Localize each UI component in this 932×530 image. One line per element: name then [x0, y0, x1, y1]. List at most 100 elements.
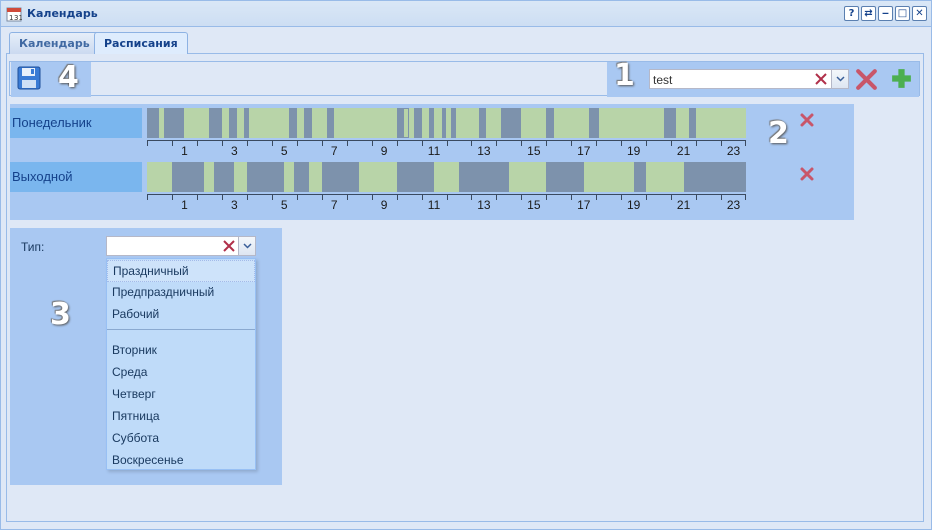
hour-label: 23 — [726, 144, 741, 158]
hour-label: 9 — [380, 144, 388, 158]
type-option[interactable]: Среда — [107, 362, 255, 384]
type-option[interactable]: Предпраздничный — [107, 282, 255, 304]
blocked-interval[interactable] — [546, 162, 584, 192]
svg-text:1: 1 — [9, 14, 13, 22]
chevron-down-icon — [243, 243, 252, 249]
hour-tick — [296, 195, 298, 200]
refresh-button[interactable]: ⇄ — [861, 6, 876, 21]
blocked-interval[interactable] — [294, 162, 310, 192]
blocked-interval[interactable] — [209, 108, 222, 138]
blocked-interval[interactable] — [458, 162, 509, 192]
close-button[interactable]: ✕ — [912, 6, 927, 21]
blocked-interval[interactable] — [688, 108, 697, 138]
floppy-disk-icon[interactable] — [17, 66, 41, 90]
blocked-interval[interactable] — [683, 162, 746, 192]
blocked-interval[interactable] — [214, 162, 235, 192]
type-option[interactable]: Четверг — [107, 384, 255, 406]
selected-interval[interactable] — [396, 108, 410, 138]
hour-tick — [721, 141, 723, 146]
help-button[interactable]: ? — [844, 6, 859, 21]
tab-calendar[interactable]: Календарь — [9, 32, 100, 54]
hour-tick — [596, 195, 598, 200]
combo-trigger[interactable] — [831, 70, 848, 88]
title-bar[interactable]: 1 31 Календарь ? ⇄ ‒ □ ✕ — [1, 1, 931, 27]
type-option[interactable]: Праздничный — [107, 260, 255, 282]
delete-schedule-icon[interactable] — [854, 67, 879, 92]
hour-tick — [471, 141, 473, 146]
hour-tick — [321, 141, 323, 146]
schedule-combo[interactable]: test — [649, 69, 849, 89]
remove-row-icon[interactable] — [798, 165, 816, 183]
hour-label: 23 — [726, 198, 741, 212]
blocked-interval[interactable] — [501, 108, 522, 138]
clear-icon[interactable] — [221, 238, 237, 254]
hour-tick — [646, 195, 648, 200]
hour-tick — [147, 195, 148, 200]
type-option[interactable]: Пятница — [107, 406, 255, 428]
add-schedule-icon[interactable] — [889, 66, 914, 91]
minimize-button[interactable]: ‒ — [878, 6, 893, 21]
schedule-bar-monday[interactable] — [147, 108, 746, 138]
tab-schedules[interactable]: Расписания — [94, 32, 188, 55]
type-option[interactable]: Воскресенье — [107, 450, 255, 472]
blocked-interval[interactable] — [414, 108, 422, 138]
blocked-interval[interactable] — [147, 108, 160, 138]
blocked-interval[interactable] — [164, 108, 185, 138]
blocked-interval[interactable] — [326, 108, 335, 138]
hour-tick — [421, 195, 423, 200]
blocked-interval[interactable] — [304, 108, 312, 138]
hour-label: 15 — [527, 144, 541, 158]
hour-tick — [521, 195, 523, 200]
clear-icon[interactable] — [813, 71, 829, 87]
hour-tick — [371, 195, 373, 200]
tab-strip: Календарь Расписания — [6, 30, 924, 55]
hour-tick — [346, 141, 348, 146]
blocked-interval[interactable] — [441, 108, 447, 138]
hour-tick — [571, 195, 573, 200]
hour-tick — [496, 195, 498, 200]
hour-tick — [696, 195, 698, 200]
hour-label: 7 — [330, 198, 338, 212]
blocked-interval[interactable] — [451, 108, 457, 138]
remove-row-icon[interactable] — [798, 111, 816, 129]
blocked-interval[interactable] — [246, 162, 285, 192]
hour-tick — [446, 141, 448, 146]
hour-tick — [621, 195, 623, 200]
hour-tick — [196, 195, 198, 200]
hour-tick — [221, 195, 223, 200]
hour-tick — [221, 141, 223, 146]
blocked-interval[interactable] — [429, 108, 434, 138]
blocked-interval[interactable] — [229, 108, 237, 138]
blocked-interval[interactable] — [546, 108, 554, 138]
type-combo[interactable] — [106, 236, 256, 256]
hour-label: 9 — [380, 198, 388, 212]
blocked-interval[interactable] — [396, 162, 435, 192]
maximize-button[interactable]: □ — [895, 6, 910, 21]
type-option[interactable]: Суббота — [107, 428, 255, 450]
blocked-interval[interactable] — [244, 108, 250, 138]
svg-text:31: 31 — [14, 14, 22, 22]
blocked-interval[interactable] — [633, 162, 647, 192]
type-option[interactable]: Рабочий — [107, 304, 255, 326]
hour-tick — [496, 141, 498, 146]
blocked-interval[interactable] — [588, 108, 599, 138]
hour-tick — [621, 141, 623, 146]
hour-tick — [696, 141, 698, 146]
blocked-interval[interactable] — [289, 108, 297, 138]
schedule-combo-value: test — [653, 73, 673, 87]
blocked-interval[interactable] — [663, 108, 677, 138]
hour-label: 19 — [627, 144, 641, 158]
blocked-interval[interactable] — [171, 162, 205, 192]
schedule-bar-weekend[interactable] — [147, 162, 746, 192]
hour-tick — [521, 141, 523, 146]
hour-label: 1 — [181, 144, 188, 158]
hour-tick — [346, 195, 348, 200]
blocked-interval[interactable] — [321, 162, 360, 192]
blocked-interval[interactable] — [478, 108, 487, 138]
hour-label: 13 — [477, 144, 491, 158]
hour-tick — [271, 141, 273, 146]
type-option[interactable]: Вторник — [107, 340, 255, 362]
hour-tick — [596, 141, 598, 146]
hour-tick — [396, 141, 398, 146]
combo-trigger[interactable] — [238, 237, 255, 255]
